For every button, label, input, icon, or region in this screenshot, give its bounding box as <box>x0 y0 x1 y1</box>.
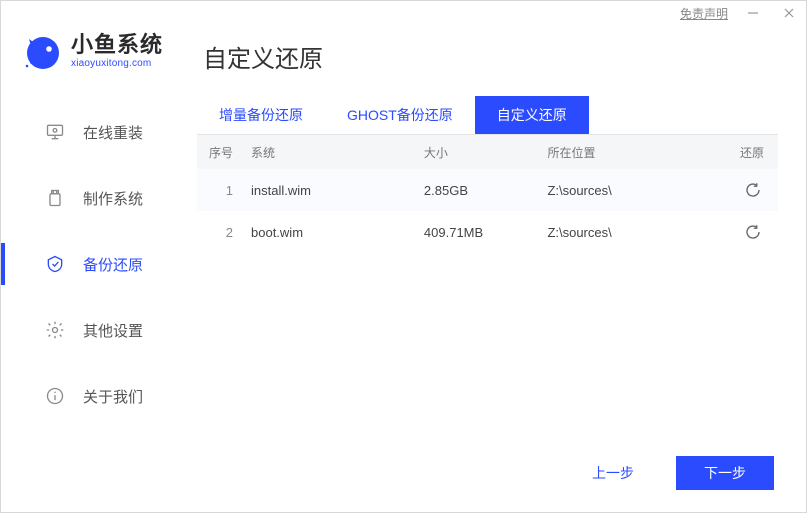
col-header-location: 所在位置 <box>547 144 708 161</box>
logo-subtitle: xiaoyuxitong.com <box>71 58 163 69</box>
titlebar: 免责声明 <box>1 1 806 23</box>
tab-incremental-restore[interactable]: 增量备份还原 <box>197 96 325 134</box>
usb-icon <box>45 188 65 208</box>
minimize-button[interactable] <box>742 4 764 22</box>
prev-button[interactable]: 上一步 <box>572 456 654 490</box>
nav-item-label: 关于我们 <box>83 386 143 407</box>
cell-system: install.wim <box>247 183 424 198</box>
close-icon <box>783 7 795 19</box>
nav-item-label: 备份还原 <box>83 254 143 275</box>
col-header-system: 系统 <box>247 144 424 161</box>
refresh-icon <box>744 223 762 241</box>
table-row[interactable]: 2 boot.wim 409.71MB Z:\sources\ <box>197 211 778 253</box>
cell-location: Z:\sources\ <box>547 183 708 198</box>
logo: 小鱼系统 xiaoyuxitong.com <box>1 25 191 99</box>
main: 自定义还原 增量备份还原 GHOST备份还原 自定义还原 序号 系统 大小 所在… <box>191 23 806 512</box>
logo-title: 小鱼系统 <box>71 33 163 57</box>
cell-restore <box>708 221 778 243</box>
monitor-icon <box>45 122 65 142</box>
restore-button[interactable] <box>742 179 764 201</box>
tab-custom-restore[interactable]: 自定义还原 <box>475 96 589 134</box>
table-header: 序号 系统 大小 所在位置 还原 <box>197 135 778 169</box>
nav-item-backup-restore[interactable]: 备份还原 <box>1 231 191 297</box>
body: 小鱼系统 xiaoyuxitong.com 在线重装 制作系统 <box>1 23 806 512</box>
cell-system: boot.wim <box>247 225 424 240</box>
table-row[interactable]: 1 install.wim 2.85GB Z:\sources\ <box>197 169 778 211</box>
col-header-index: 序号 <box>197 144 247 161</box>
restore-table: 序号 系统 大小 所在位置 还原 1 install.wim 2.85GB Z:… <box>197 135 778 253</box>
cell-index: 1 <box>197 183 247 198</box>
app-window: 免责声明 小鱼系统 xi <box>0 0 807 513</box>
col-header-size: 大小 <box>424 144 548 161</box>
tab-ghost-restore[interactable]: GHOST备份还原 <box>325 96 475 134</box>
minimize-icon <box>747 7 759 19</box>
cell-size: 409.71MB <box>424 225 548 240</box>
nav-item-label: 其他设置 <box>83 320 143 341</box>
tabs: 增量备份还原 GHOST备份还原 自定义还原 <box>197 96 778 135</box>
nav: 在线重装 制作系统 备份还原 <box>1 99 191 429</box>
col-header-restore: 还原 <box>708 144 778 161</box>
cell-location: Z:\sources\ <box>547 225 708 240</box>
refresh-icon <box>744 181 762 199</box>
next-button[interactable]: 下一步 <box>676 456 774 490</box>
disclaimer-link[interactable]: 免责声明 <box>680 5 728 22</box>
nav-item-online-reinstall[interactable]: 在线重装 <box>1 99 191 165</box>
cell-size: 2.85GB <box>424 183 548 198</box>
cell-index: 2 <box>197 225 247 240</box>
logo-icon <box>19 29 63 73</box>
nav-item-make-system[interactable]: 制作系统 <box>1 165 191 231</box>
sidebar: 小鱼系统 xiaoyuxitong.com 在线重装 制作系统 <box>1 23 191 512</box>
cell-restore <box>708 179 778 201</box>
page-title: 自定义还原 <box>197 23 778 96</box>
close-button[interactable] <box>778 4 800 22</box>
gear-icon <box>45 320 65 340</box>
nav-item-other-settings[interactable]: 其他设置 <box>1 297 191 363</box>
logo-text: 小鱼系统 xiaoyuxitong.com <box>71 33 163 68</box>
restore-button[interactable] <box>742 221 764 243</box>
nav-item-label: 在线重装 <box>83 122 143 143</box>
backup-icon <box>45 254 65 274</box>
nav-item-about[interactable]: 关于我们 <box>1 363 191 429</box>
footer: 上一步 下一步 <box>197 456 778 512</box>
info-icon <box>45 386 65 406</box>
nav-item-label: 制作系统 <box>83 188 143 209</box>
